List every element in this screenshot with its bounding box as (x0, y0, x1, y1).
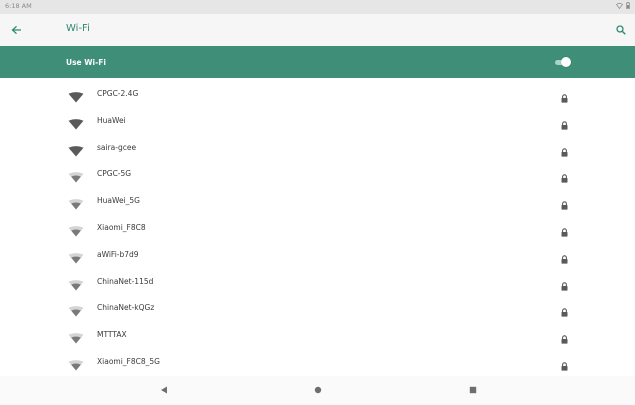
wifi-signal-strong-icon (68, 88, 84, 103)
wifi-signal-medium-icon (68, 276, 84, 291)
network-row[interactable]: Xiaomi_F8C8 (0, 214, 635, 241)
network-row[interactable]: ChinaNet-kQGz (0, 294, 635, 321)
wifi-signal-strong-icon (68, 142, 84, 157)
network-ssid: CPGC-5G (97, 169, 132, 179)
network-row[interactable]: HuaWei_5G (0, 187, 635, 214)
nav-recents-button[interactable] (466, 383, 480, 397)
toggle-thumb (561, 57, 571, 67)
battery-status-icon (626, 2, 630, 9)
wifi-signal-medium-icon (68, 356, 84, 371)
page-title: Wi-Fi (66, 23, 90, 34)
use-wifi-bar[interactable]: Use Wi-Fi (0, 46, 635, 78)
lock-icon (561, 88, 568, 103)
wifi-signal-medium-icon (68, 302, 84, 317)
lock-icon (561, 276, 568, 291)
network-list: CPGC-2.4G HuaWei saira-gcee CPGC-5G HuaWei_5… (0, 80, 635, 375)
network-ssid: HuaWei_5G (97, 196, 140, 206)
network-ssid: CPGC-2.4G (97, 89, 139, 98)
circle-home-icon (314, 386, 322, 394)
network-ssid: ChinaNet-115d (97, 276, 154, 286)
wifi-toggle[interactable] (553, 57, 571, 67)
network-ssid: aWiFi-b7d9 (97, 249, 139, 259)
network-row[interactable]: MTTTAX (0, 321, 635, 348)
search-button[interactable] (611, 20, 631, 40)
wifi-signal-medium-icon (68, 249, 84, 264)
network-ssid: ChinaNet-kQGz (97, 303, 155, 313)
lock-icon (561, 168, 568, 183)
network-row[interactable]: aWiFi-b7d9 (0, 241, 635, 268)
network-row[interactable]: saira-gcee (0, 134, 635, 161)
network-row[interactable]: ChinaNet-115d (0, 268, 635, 295)
triangle-back-icon (161, 386, 167, 394)
network-ssid: MTTTAX (97, 330, 127, 340)
lock-icon (561, 302, 568, 317)
status-time: 6:18 AM (5, 2, 32, 10)
lock-icon (561, 329, 568, 344)
lock-icon (561, 222, 568, 237)
navigation-bar (0, 376, 635, 405)
network-ssid: saira-gcee (97, 142, 137, 152)
wifi-signal-medium-icon (68, 329, 84, 344)
wifi-signal-medium-icon (68, 195, 84, 210)
wifi-signal-strong-icon (68, 115, 84, 130)
wifi-signal-medium-icon (68, 168, 84, 183)
nav-back-button[interactable] (157, 383, 171, 397)
arrow-left-icon (11, 25, 21, 35)
network-row[interactable]: HuaWei (0, 107, 635, 134)
network-ssid: HuaWei (97, 115, 126, 125)
lock-icon (561, 356, 568, 371)
nav-home-button[interactable] (311, 383, 325, 397)
app-bar: Wi-Fi (0, 14, 635, 46)
lock-icon (561, 249, 568, 264)
lock-icon (561, 115, 568, 130)
status-bar: 6:18 AM (0, 0, 635, 14)
network-ssid: Xiaomi_F8C8 (97, 222, 146, 232)
lock-icon (561, 195, 568, 210)
square-recents-icon (469, 386, 477, 394)
wifi-signal-medium-icon (68, 222, 84, 237)
back-button[interactable] (6, 20, 26, 40)
search-icon (616, 25, 626, 35)
network-row[interactable]: Xiaomi_F8C8_5G (0, 348, 635, 375)
lock-icon (561, 142, 568, 157)
wifi-status-icon (616, 2, 623, 9)
network-ssid: Xiaomi_F8C8_5G (97, 356, 160, 366)
status-icons (616, 2, 630, 9)
network-row[interactable]: CPGC-5G (0, 160, 635, 187)
network-row[interactable]: CPGC-2.4G (0, 80, 635, 107)
use-wifi-label: Use Wi-Fi (66, 58, 106, 67)
